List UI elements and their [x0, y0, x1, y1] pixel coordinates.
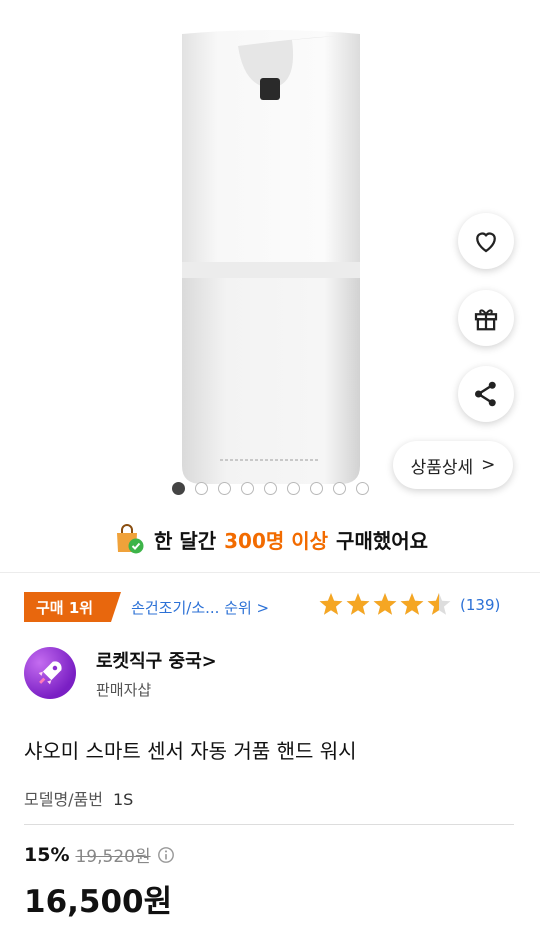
purchase-note-pre: 한 달간 — [153, 528, 217, 553]
product-image — [182, 30, 360, 484]
model-value: 1S — [113, 790, 134, 809]
rank-badge: 구매 1위 — [24, 592, 122, 622]
gallery-dot[interactable] — [309, 482, 323, 495]
divider — [0, 572, 540, 573]
model-info: 모델명/품번 1S — [24, 786, 133, 810]
original-price-row: 15% 19,520원 — [24, 842, 175, 867]
share-icon — [475, 381, 496, 407]
rating-stars[interactable]: (139) — [318, 592, 500, 618]
gallery-dot[interactable] — [171, 482, 185, 495]
rocket-icon — [38, 661, 62, 685]
ranking-row: 구매 1위 손건조기/소... 순위 > (139) — [24, 592, 520, 622]
divider — [24, 824, 514, 825]
category-rank-link[interactable]: 손건조기/소... 순위 > — [131, 597, 269, 618]
original-price: 19,520원 — [75, 847, 151, 867]
gallery-dot[interactable] — [286, 482, 300, 495]
star-full-icon — [346, 593, 370, 615]
info-icon[interactable] — [157, 846, 175, 864]
shopping-bag-check-icon — [116, 524, 144, 554]
seller-subtitle: 판매자샵 — [96, 681, 152, 699]
share-button[interactable] — [458, 366, 514, 422]
model-label: 모델명/품번 — [24, 790, 103, 809]
gallery-dot[interactable] — [263, 482, 277, 495]
product-detail-label: 상품상세 — [410, 457, 474, 478]
gift-button[interactable] — [458, 290, 514, 346]
sale-price: 16,500원 — [24, 884, 173, 920]
star-full-icon — [400, 593, 424, 615]
wishlist-button[interactable] — [458, 213, 514, 269]
gift-icon — [474, 309, 498, 331]
seller-info[interactable]: 로켓직구 중국> 판매자샵 — [24, 643, 520, 703]
seller-avatar[interactable] — [24, 647, 76, 699]
seller-name[interactable]: 로켓직구 중국> — [96, 647, 217, 673]
gallery-dot[interactable] — [217, 482, 231, 495]
purchase-note-highlight: 300명 이상 — [224, 528, 329, 553]
star-full-icon — [373, 593, 397, 615]
product-image-area[interactable]: 상품상세 > — [0, 0, 540, 505]
gallery-dot[interactable] — [332, 482, 346, 495]
purchase-count-banner: 한 달간 300명 이상 구매했어요 — [0, 521, 540, 557]
gallery-dot[interactable] — [355, 482, 369, 495]
star-rating-icons — [319, 593, 451, 615]
purchase-note-post: 구매했어요 — [336, 528, 429, 553]
gallery-pagination[interactable] — [0, 482, 540, 495]
review-count[interactable]: (139) — [460, 596, 500, 614]
gallery-dot[interactable] — [194, 482, 208, 495]
discount-rate: 15% — [24, 843, 70, 866]
star-full-icon — [319, 593, 343, 615]
gallery-dot[interactable] — [240, 482, 254, 495]
heart-icon — [476, 232, 496, 253]
product-title: 샤오미 스마트 센서 자동 거품 핸드 워시 — [24, 739, 357, 763]
chevron-right-icon: > — [481, 455, 496, 475]
